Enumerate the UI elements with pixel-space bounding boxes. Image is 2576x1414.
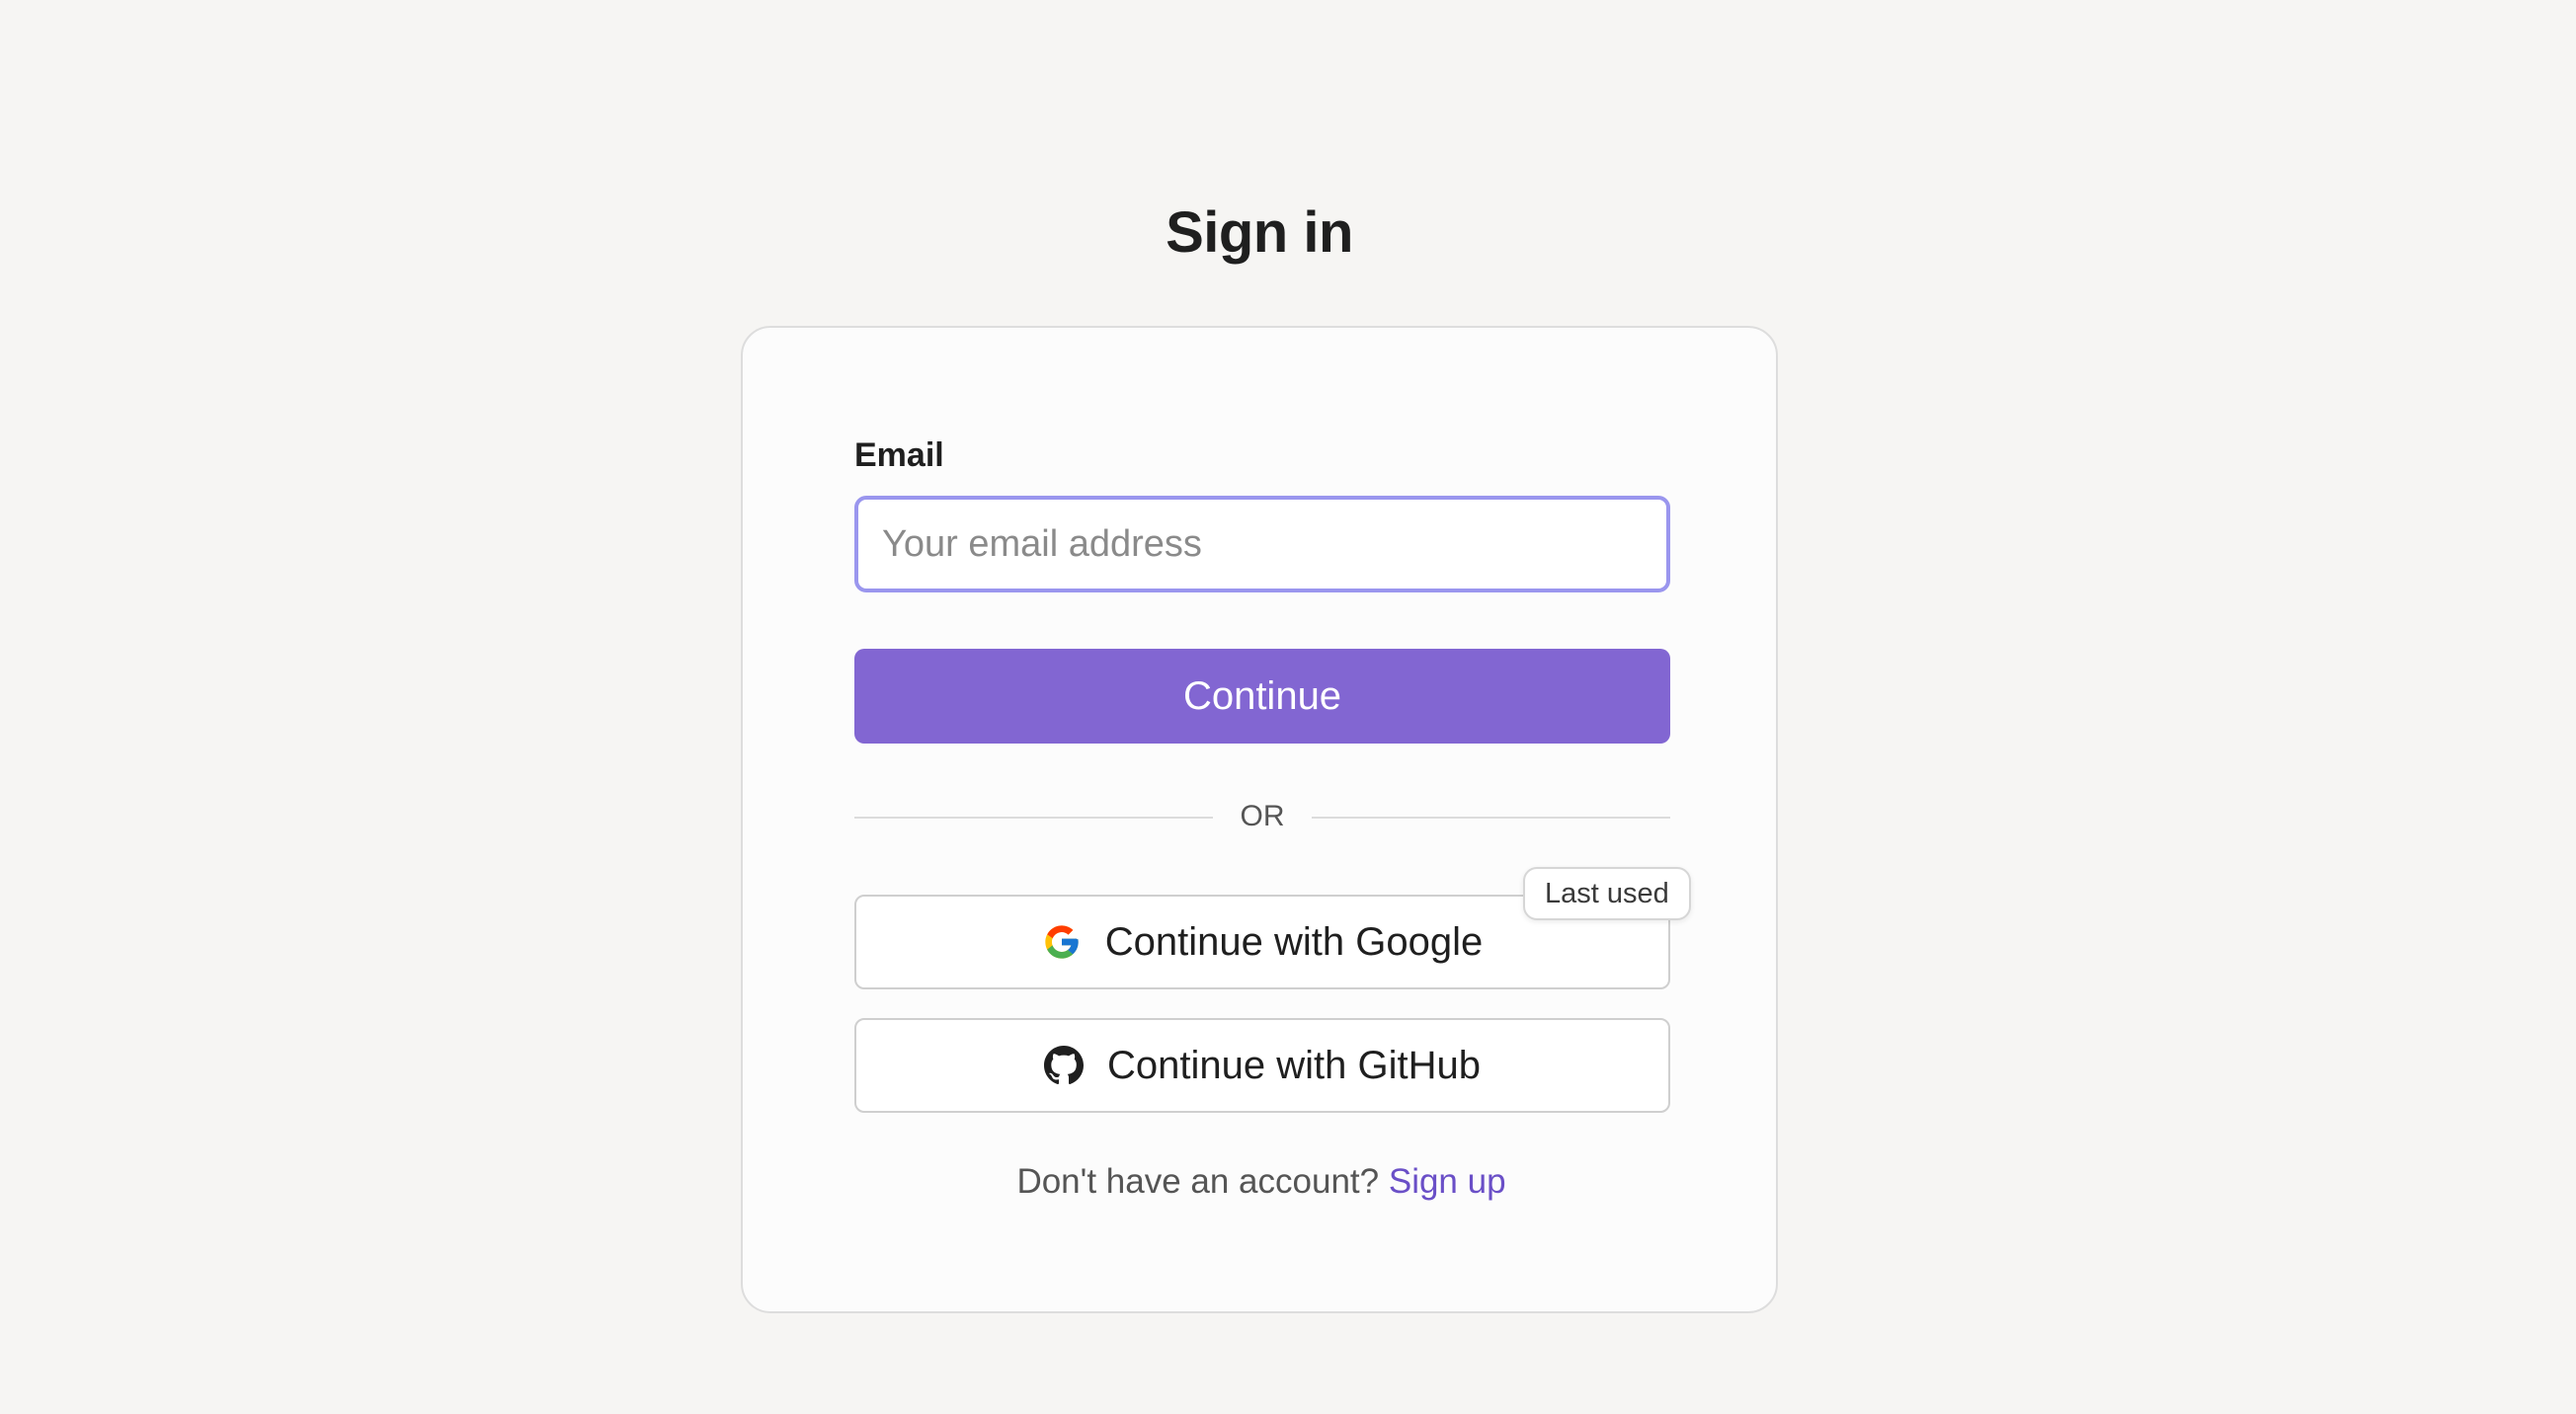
or-divider: OR bbox=[854, 792, 1670, 841]
github-button-label: Continue with GitHub bbox=[1107, 1043, 1481, 1087]
page-title: Sign in bbox=[1166, 200, 1353, 265]
continue-with-github-button[interactable]: Continue with GitHub bbox=[854, 1018, 1670, 1113]
signup-prompt: Don't have an account? Sign up bbox=[743, 1157, 1780, 1207]
divider-line-right bbox=[1312, 817, 1670, 819]
github-icon bbox=[1044, 1046, 1085, 1085]
signup-prompt-text: Don't have an account? bbox=[1016, 1162, 1380, 1201]
sign-up-link[interactable]: Sign up bbox=[1389, 1162, 1506, 1201]
last-used-badge: Last used bbox=[1523, 867, 1691, 920]
email-label: Email bbox=[854, 436, 944, 474]
google-icon bbox=[1042, 922, 1082, 962]
divider-line-left bbox=[854, 817, 1213, 819]
continue-button[interactable]: Continue bbox=[854, 649, 1670, 744]
email-input[interactable] bbox=[854, 496, 1670, 592]
divider-text: OR bbox=[1240, 800, 1285, 832]
sign-in-page: Sign in Email Continue OR Continue with … bbox=[0, 0, 2576, 1414]
google-button-label: Continue with Google bbox=[1104, 919, 1484, 964]
sign-in-card: Email Continue OR Continue with Google L… bbox=[741, 326, 1778, 1313]
